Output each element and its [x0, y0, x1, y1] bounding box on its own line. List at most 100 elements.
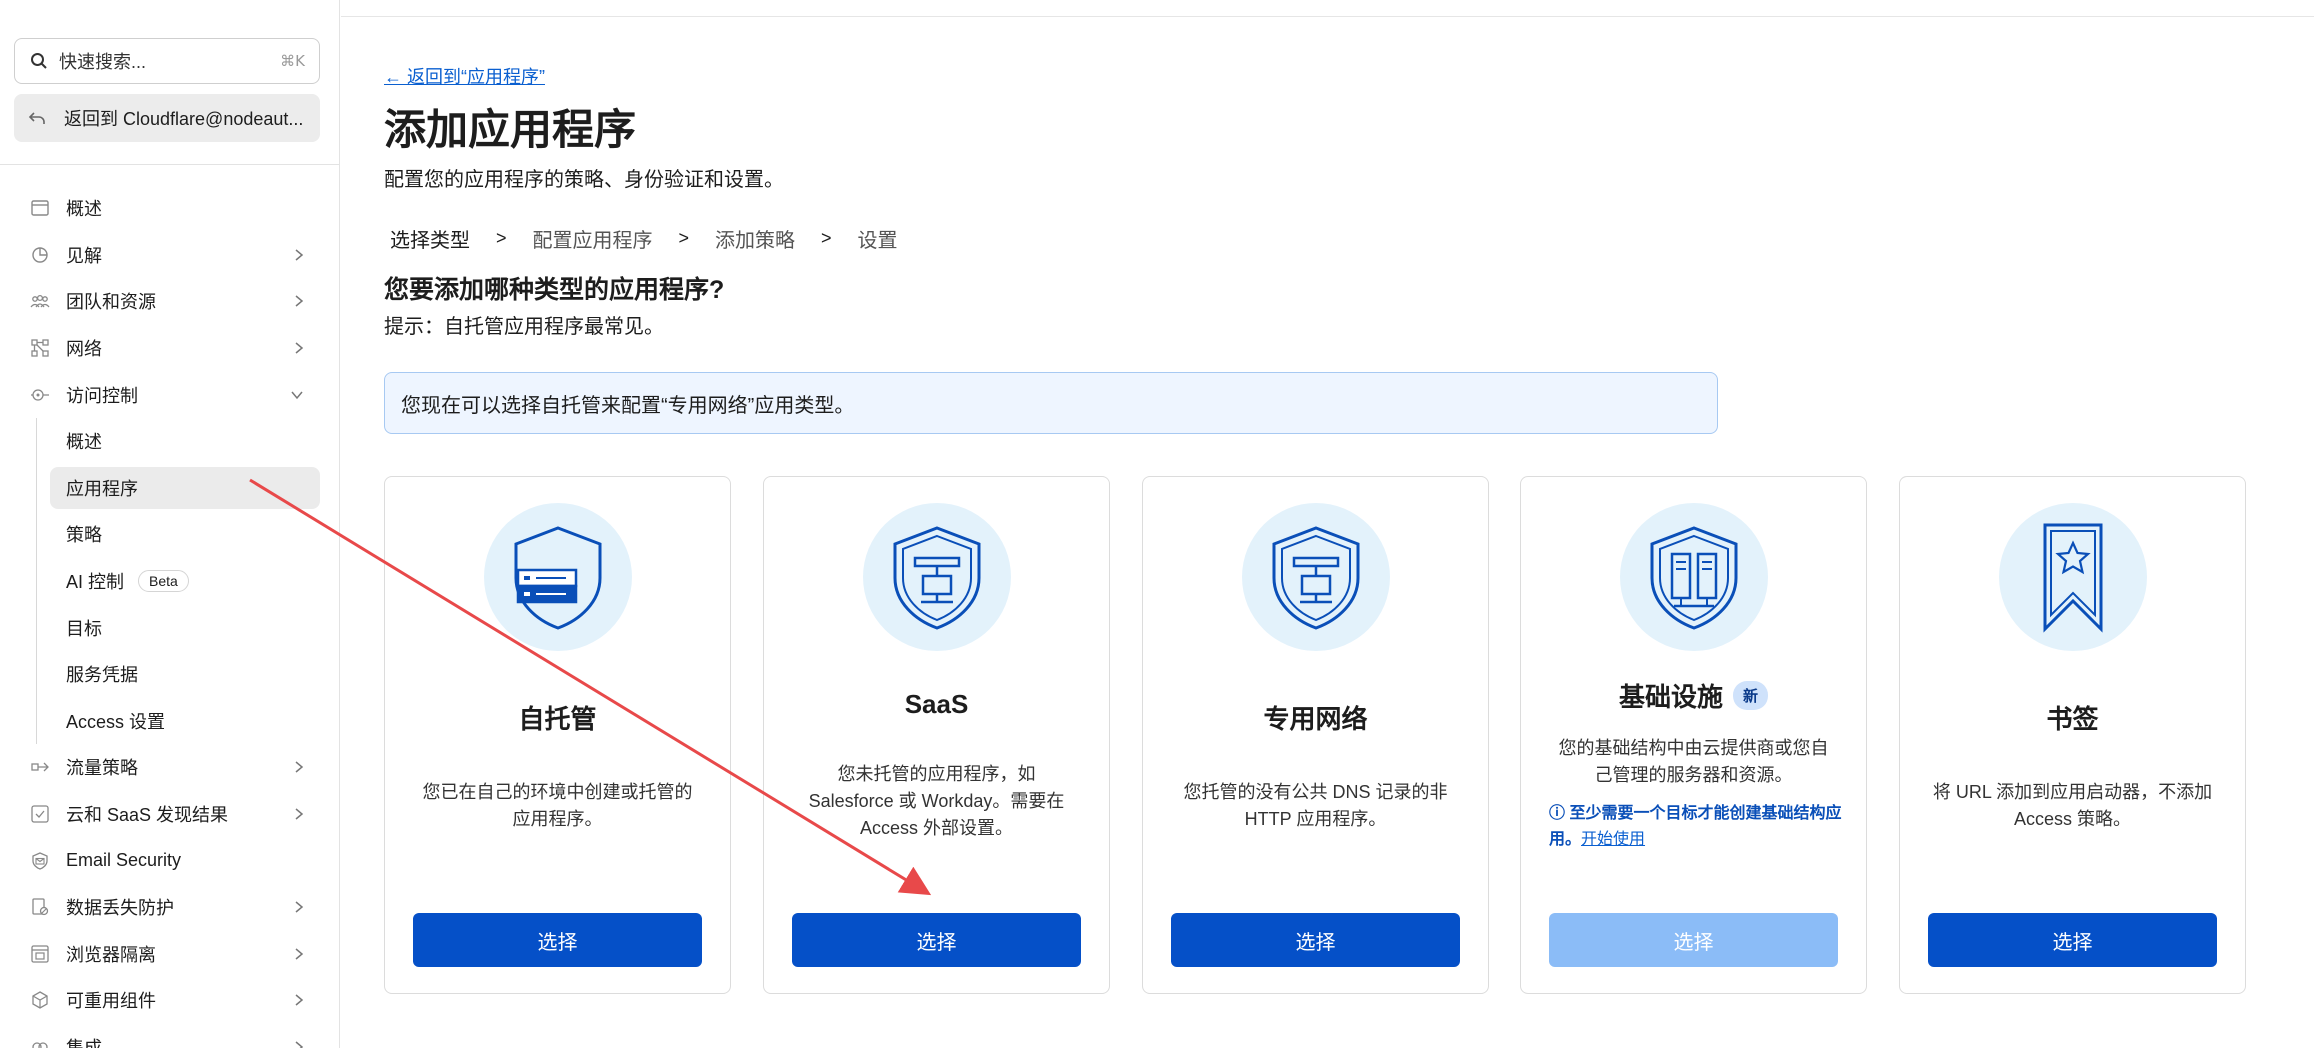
sidebar-item-label: 可重用组件: [66, 991, 156, 1012]
sidebar-item-label: 见解: [66, 245, 102, 266]
sidebar-item-data-loss-prevention[interactable]: 数据丢失防护: [0, 884, 339, 931]
integration-icon: [30, 1037, 50, 1048]
card-description: 您已在自己的环境中创建或托管的应用程序。: [422, 782, 693, 829]
card-title: 书签: [2046, 704, 2099, 734]
chevron-right-icon: [294, 900, 304, 914]
cloud-check-icon: [30, 804, 50, 824]
select-saas-button[interactable]: 选择: [792, 913, 1081, 967]
search-icon: [29, 51, 49, 71]
step-select-type: 选择类型: [390, 230, 470, 252]
sidebar-item-label: 访问控制: [66, 385, 138, 406]
select-private-network-button[interactable]: 选择: [1171, 913, 1460, 967]
access-control-submenu: 概述 应用程序 策略 AI 控制 Beta 目标 服务凭据 Access 设置: [0, 417, 339, 745]
chevron-right-icon: [294, 248, 304, 262]
chevron-right-icon: [294, 760, 304, 774]
card-title: SaaS: [904, 689, 969, 719]
back-to-applications-link[interactable]: ← 返回到“应用程序”: [384, 63, 545, 89]
sidebar-subitem-policies[interactable]: 策略: [0, 511, 339, 558]
chevron-right-icon: [294, 294, 304, 308]
card-title-text: 基础设施: [1618, 682, 1723, 712]
card-private-network: 专用网络 您托管的没有公共 DNS 记录的非 HTTP 应用程序。 选择: [1142, 476, 1489, 994]
sidebar-subitem-service-credentials[interactable]: 服务凭据: [0, 651, 339, 698]
card-description: 将 URL 添加到应用启动器，不添加 Access 策略。: [1932, 782, 2213, 829]
network-icon: [30, 338, 50, 358]
select-bookmark-button[interactable]: 选择: [1928, 913, 2217, 967]
infrastructure-note: ⓘ 至少需要一个目标才能创建基础结构应用。开始使用: [1549, 801, 1846, 853]
card-description: 您托管的没有公共 DNS 记录的非 HTTP 应用程序。: [1183, 782, 1448, 829]
step-separator: >: [821, 228, 832, 248]
card-title: 专用网络: [1263, 704, 1368, 734]
card-saas: SaaS 您未托管的应用程序，如 Salesforce 或 Workday。需要…: [763, 476, 1110, 994]
browser-isolation-icon: [30, 944, 50, 964]
step-separator: >: [678, 228, 690, 248]
traffic-icon: [30, 757, 50, 777]
sidebar-item-label: 团队和资源: [66, 292, 156, 313]
sidebar-item-team-resources[interactable]: 团队和资源: [0, 278, 339, 325]
section-question: 您要添加哪种类型的应用程序?: [384, 276, 725, 304]
step-separator: >: [496, 228, 507, 248]
new-badge: 新: [1733, 681, 1769, 710]
select-infrastructure-button[interactable]: 选择: [1549, 913, 1838, 967]
select-self-hosted-button[interactable]: 选择: [413, 913, 702, 967]
sidebar-item-label: 流量策略: [66, 758, 138, 779]
wizard-steps: 选择类型 > 配置应用程序 > 添加策略 > 设置: [390, 224, 898, 253]
sidebar-item-email-security[interactable]: Email Security: [0, 837, 339, 884]
chevron-right-icon: [294, 807, 304, 821]
bookmark-icon: [1998, 503, 2147, 651]
sidebar-subitem-overview[interactable]: 概述: [0, 418, 339, 465]
people-icon: [30, 291, 50, 311]
sidebar-subitem-ai-controls[interactable]: AI 控制 Beta: [0, 558, 339, 605]
return-arrow-icon: [28, 108, 48, 128]
sidebar-item-traffic-policies[interactable]: 流量策略: [0, 744, 339, 791]
sidebar-item-label: 网络: [66, 339, 102, 360]
sidebar-item-label: 数据丢失防护: [66, 898, 174, 919]
card-self-hosted: 自托管 您已在自己的环境中创建或托管的应用程序。 选择: [384, 476, 731, 994]
get-started-link[interactable]: 开始使用: [1581, 831, 1645, 848]
info-icon: ⓘ: [1549, 805, 1570, 822]
step-configure-app: 配置应用程序: [532, 230, 653, 252]
email-shield-icon: [30, 851, 50, 871]
sidebar: 快速搜索... ⌘K 返回到 Cloudflare@nodeaut... 概述 …: [0, 0, 340, 1048]
back-to-account-button[interactable]: 返回到 Cloudflare@nodeaut...: [14, 94, 320, 142]
sidebar-subitem-access-settings[interactable]: Access 设置: [0, 698, 339, 745]
sidebar-subitem-applications[interactable]: 应用程序: [0, 465, 339, 512]
page-subtitle: 配置您的应用程序的策略、身份验证和设置。: [384, 169, 784, 191]
page-title: 添加应用程序: [384, 106, 637, 153]
search-shortcut: ⌘K: [280, 52, 305, 70]
sidebar-item-label: 概述: [66, 199, 102, 220]
sidebar-item-label: 云和 SaaS 发现结果: [66, 805, 229, 826]
sidebar-item-network[interactable]: 网络: [0, 325, 339, 372]
sidebar-item-insights[interactable]: 见解: [0, 232, 339, 279]
card-description: 您未托管的应用程序，如 Salesforce 或 Workday。需要在 Acc…: [808, 764, 1065, 838]
sidebar-nav: 概述 见解 团队和资源 网络 访问控制 概述 应用程序 策略 AI 控制 Bet…: [0, 185, 339, 1048]
sidebar-item-integrations[interactable]: 集成: [0, 1024, 339, 1048]
chevron-down-icon: [290, 390, 304, 400]
self-hosted-shield-icon: [483, 503, 632, 651]
chevron-right-icon: [294, 947, 304, 961]
card-title: 自托管: [518, 704, 597, 734]
sidebar-item-overview[interactable]: 概述: [0, 185, 339, 232]
chevron-right-icon: [294, 993, 304, 1007]
pie-chart-icon: [30, 245, 50, 265]
browser-window-icon: [30, 198, 50, 218]
access-icon: [30, 385, 50, 405]
sidebar-item-label: Email Security: [66, 850, 182, 871]
back-to-account-label: 返回到 Cloudflare@nodeaut...: [64, 109, 304, 129]
sidebar-item-label: 集成: [66, 1037, 102, 1048]
sidebar-item-reusable-components[interactable]: 可重用组件: [0, 977, 339, 1024]
data-loss-icon: [30, 897, 50, 917]
info-banner: 您现在可以选择自托管来配置“专用网络”应用类型。: [384, 372, 1718, 434]
sidebar-item-cloud-saas-findings[interactable]: 云和 SaaS 发现结果: [0, 791, 339, 838]
search-input[interactable]: 快速搜索... ⌘K: [14, 38, 320, 84]
section-hint: 提示：自托管应用程序最常见。: [384, 316, 664, 338]
beta-badge: Beta: [138, 570, 189, 593]
step-add-policy: 添加策略: [715, 230, 796, 252]
sidebar-divider: [0, 164, 339, 165]
sidebar-item-access-control[interactable]: 访问控制: [0, 371, 339, 418]
saas-shield-icon: [862, 503, 1011, 651]
card-title: 基础设施 新: [1521, 677, 1866, 714]
chevron-right-icon: [294, 341, 304, 355]
sidebar-subitem-targets[interactable]: 目标: [0, 604, 339, 651]
app-type-cards: 自托管 您已在自己的环境中创建或托管的应用程序。 选择 SaaS 您未托管的应用…: [384, 476, 2246, 994]
sidebar-item-browser-isolation[interactable]: 浏览器隔离: [0, 931, 339, 978]
